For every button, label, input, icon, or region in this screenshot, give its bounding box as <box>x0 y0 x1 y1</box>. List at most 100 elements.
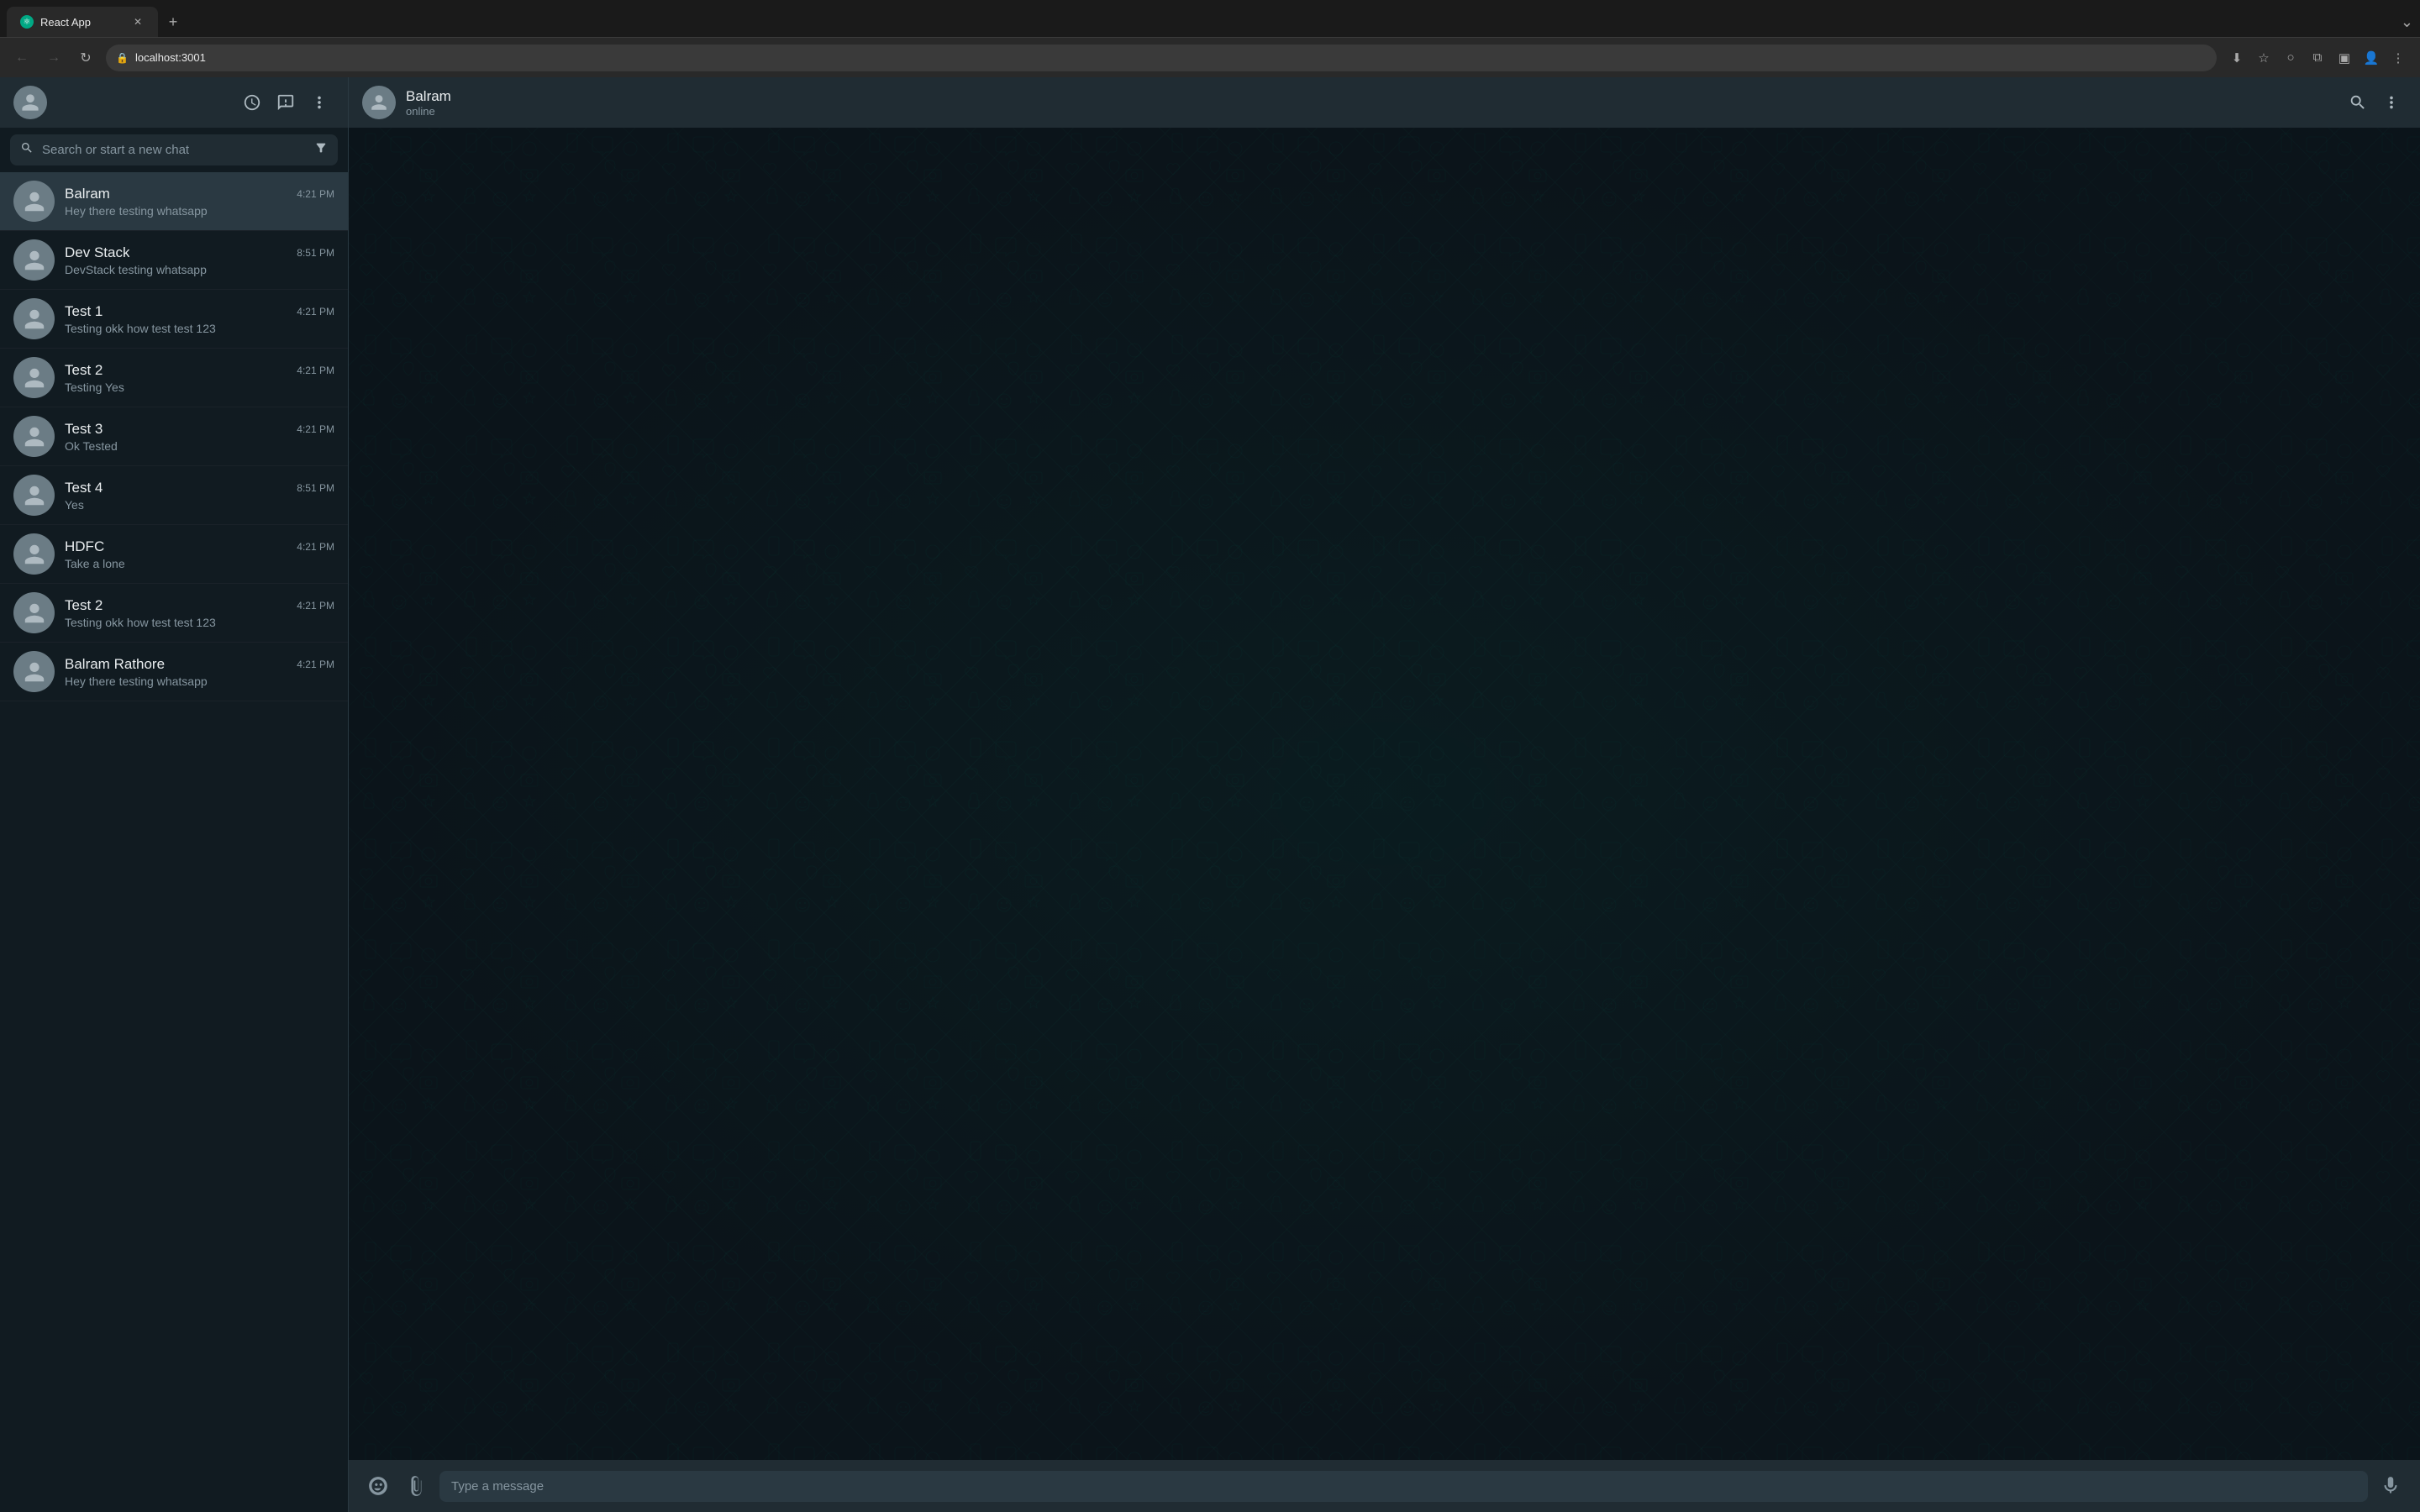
sidebar: Balram 4:21 PM Hey there testing whatsap… <box>0 77 349 1512</box>
sidebar-menu-button[interactable] <box>304 87 334 118</box>
chat-list: Balram 4:21 PM Hey there testing whatsap… <box>0 172 348 1512</box>
chat-header-avatar <box>362 86 396 119</box>
account-icon[interactable]: 👤 <box>2360 46 2383 70</box>
avatar-person-icon <box>23 366 46 390</box>
lock-icon: 🔒 <box>116 52 129 64</box>
new-chat-button[interactable] <box>271 87 301 118</box>
chat-item-info: Balram Rathore 4:21 PM Hey there testing… <box>65 656 334 688</box>
message-input-bar <box>349 1460 2420 1512</box>
chat-item-info: Balram 4:21 PM Hey there testing whatsap… <box>65 186 334 218</box>
chat-item-avatar <box>13 592 55 633</box>
chat-item-top: HDFC 4:21 PM <box>65 538 334 555</box>
search-input-wrap <box>10 134 338 165</box>
mic-icon <box>2380 1475 2402 1497</box>
chat-item-top: Test 2 4:21 PM <box>65 362 334 379</box>
chat-item-avatar <box>13 651 55 692</box>
chat-more-icon <box>2382 93 2401 112</box>
chat-item-avatar <box>13 239 55 281</box>
chat-item-top: Balram 4:21 PM <box>65 186 334 202</box>
user-avatar[interactable] <box>13 86 47 119</box>
chat-item-info: Test 2 4:21 PM Testing Yes <box>65 362 334 394</box>
chat-list-item[interactable]: Dev Stack 8:51 PM DevStack testing whats… <box>0 231 348 290</box>
chat-item-name: HDFC <box>65 538 104 555</box>
chat-item-avatar <box>13 475 55 516</box>
chat-item-name: Test 2 <box>65 597 103 614</box>
browser-chrome: ⚛ React App ✕ + ⌄ ← → ↻ 🔒 localhost:3001… <box>0 0 2420 77</box>
chat-item-name: Test 4 <box>65 480 103 496</box>
chat-item-avatar <box>13 181 55 222</box>
emoji-button[interactable] <box>362 1470 394 1502</box>
tab-bar: ⚛ React App ✕ + ⌄ <box>0 0 2420 37</box>
chat-list-item[interactable]: Test 1 4:21 PM Testing okk how test test… <box>0 290 348 349</box>
messages-area <box>349 128 2420 1460</box>
download-icon[interactable]: ⬇ <box>2225 46 2249 70</box>
back-button[interactable]: ← <box>10 46 34 70</box>
chat-item-last-message: Testing Yes <box>65 381 334 394</box>
chat-item-last-message: Ok Tested <box>65 439 334 453</box>
chat-list-item[interactable]: Balram 4:21 PM Hey there testing whatsap… <box>0 172 348 231</box>
sidebar-icon[interactable]: ▣ <box>2333 46 2356 70</box>
attach-button[interactable] <box>401 1470 433 1502</box>
tab-title: React App <box>40 16 124 29</box>
mic-button[interactable] <box>2375 1470 2407 1502</box>
chat-list-item[interactable]: HDFC 4:21 PM Take a lone <box>0 525 348 584</box>
chat-item-time: 4:21 PM <box>297 188 334 200</box>
more-vert-icon <box>310 93 329 112</box>
chat-header-actions <box>2343 87 2407 118</box>
forward-button[interactable]: → <box>42 46 66 70</box>
address-bar: ← → ↻ 🔒 localhost:3001 ⬇ ☆ ○ ⧉ ▣ 👤 ⋮ <box>0 37 2420 77</box>
bookmark-icon[interactable]: ☆ <box>2252 46 2275 70</box>
tab-favicon: ⚛ <box>20 15 34 29</box>
tab-menu-button[interactable]: ⌄ <box>2401 13 2413 31</box>
avatar-person-icon <box>23 601 46 625</box>
chat-item-info: Dev Stack 8:51 PM DevStack testing whats… <box>65 244 334 276</box>
chat-item-info: Test 1 4:21 PM Testing okk how test test… <box>65 303 334 335</box>
attach-icon <box>406 1475 428 1497</box>
chat-item-last-message: Yes <box>65 498 334 512</box>
chat-item-info: Test 4 8:51 PM Yes <box>65 480 334 512</box>
chat-list-item[interactable]: Balram Rathore 4:21 PM Hey there testing… <box>0 643 348 701</box>
chat-item-name: Balram <box>65 186 110 202</box>
profile-icon[interactable]: ○ <box>2279 46 2302 70</box>
chat-list-item[interactable]: Test 3 4:21 PM Ok Tested <box>0 407 348 466</box>
search-input[interactable] <box>42 143 306 157</box>
chat-item-name: Dev Stack <box>65 244 129 261</box>
chat-item-time: 4:21 PM <box>297 423 334 435</box>
message-input[interactable] <box>439 1471 2368 1502</box>
chat-list-item[interactable]: Test 2 4:21 PM Testing Yes <box>0 349 348 407</box>
chat-header: Balram online <box>349 77 2420 128</box>
chat-list-item[interactable]: Test 2 4:21 PM Testing okk how test test… <box>0 584 348 643</box>
chat-item-info: HDFC 4:21 PM Take a lone <box>65 538 334 570</box>
new-tab-button[interactable]: + <box>161 10 185 34</box>
extensions-icon[interactable]: ⧉ <box>2306 46 2329 70</box>
chat-item-time: 4:21 PM <box>297 306 334 318</box>
avatar-person-icon <box>23 484 46 507</box>
chat-menu-button[interactable] <box>2376 87 2407 118</box>
contact-avatar-icon <box>370 93 388 112</box>
chat-item-last-message: Testing okk how test test 123 <box>65 322 334 335</box>
chat-search-icon <box>2349 93 2367 112</box>
active-tab[interactable]: ⚛ React App ✕ <box>7 7 158 37</box>
chat-item-avatar <box>13 357 55 398</box>
chat-search-button[interactable] <box>2343 87 2373 118</box>
status-button[interactable] <box>237 87 267 118</box>
chat-item-time: 4:21 PM <box>297 365 334 376</box>
chat-item-time: 4:21 PM <box>297 541 334 553</box>
tab-close-button[interactable]: ✕ <box>131 15 145 29</box>
sidebar-header-actions <box>237 87 334 118</box>
more-menu-icon[interactable]: ⋮ <box>2386 46 2410 70</box>
chat-item-top: Test 2 4:21 PM <box>65 597 334 614</box>
chat-item-time: 4:21 PM <box>297 600 334 612</box>
avatar-person-icon <box>23 190 46 213</box>
avatar-person-icon <box>23 249 46 272</box>
avatar-person-icon <box>23 307 46 331</box>
url-bar[interactable]: 🔒 localhost:3001 <box>106 45 2217 71</box>
bg-pattern <box>349 128 2420 1460</box>
avatar-person-icon <box>23 660 46 684</box>
refresh-button[interactable]: ↻ <box>74 46 97 70</box>
filter-icon[interactable] <box>314 141 328 159</box>
chat-item-time: 8:51 PM <box>297 247 334 259</box>
chat-list-item[interactable]: Test 4 8:51 PM Yes <box>0 466 348 525</box>
app: Balram 4:21 PM Hey there testing whatsap… <box>0 77 2420 1512</box>
avatar-person-icon <box>23 543 46 566</box>
